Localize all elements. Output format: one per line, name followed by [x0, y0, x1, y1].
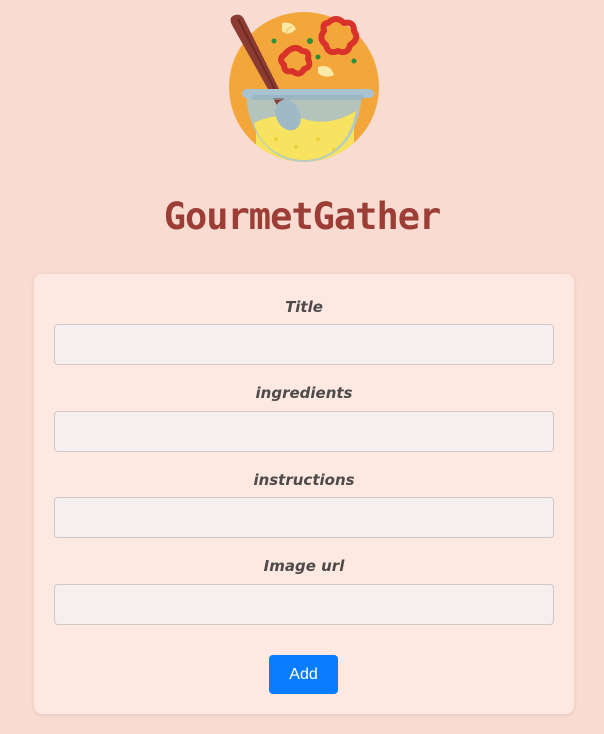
ingredients-input[interactable] [54, 411, 554, 452]
recipe-form: Title ingredients instructions Image url… [34, 274, 574, 714]
ingredients-label: ingredients [255, 384, 353, 402]
add-button[interactable]: Add [269, 655, 338, 694]
image-url-input[interactable] [54, 584, 554, 625]
app-title: GourmetGather [163, 195, 442, 238]
instructions-label: instructions [253, 471, 355, 489]
title-label: Title [285, 298, 323, 316]
mixing-bowl-icon [229, 12, 379, 162]
instructions-input[interactable] [54, 497, 554, 538]
image-url-label: Image url [263, 557, 345, 575]
title-input[interactable] [54, 324, 554, 365]
